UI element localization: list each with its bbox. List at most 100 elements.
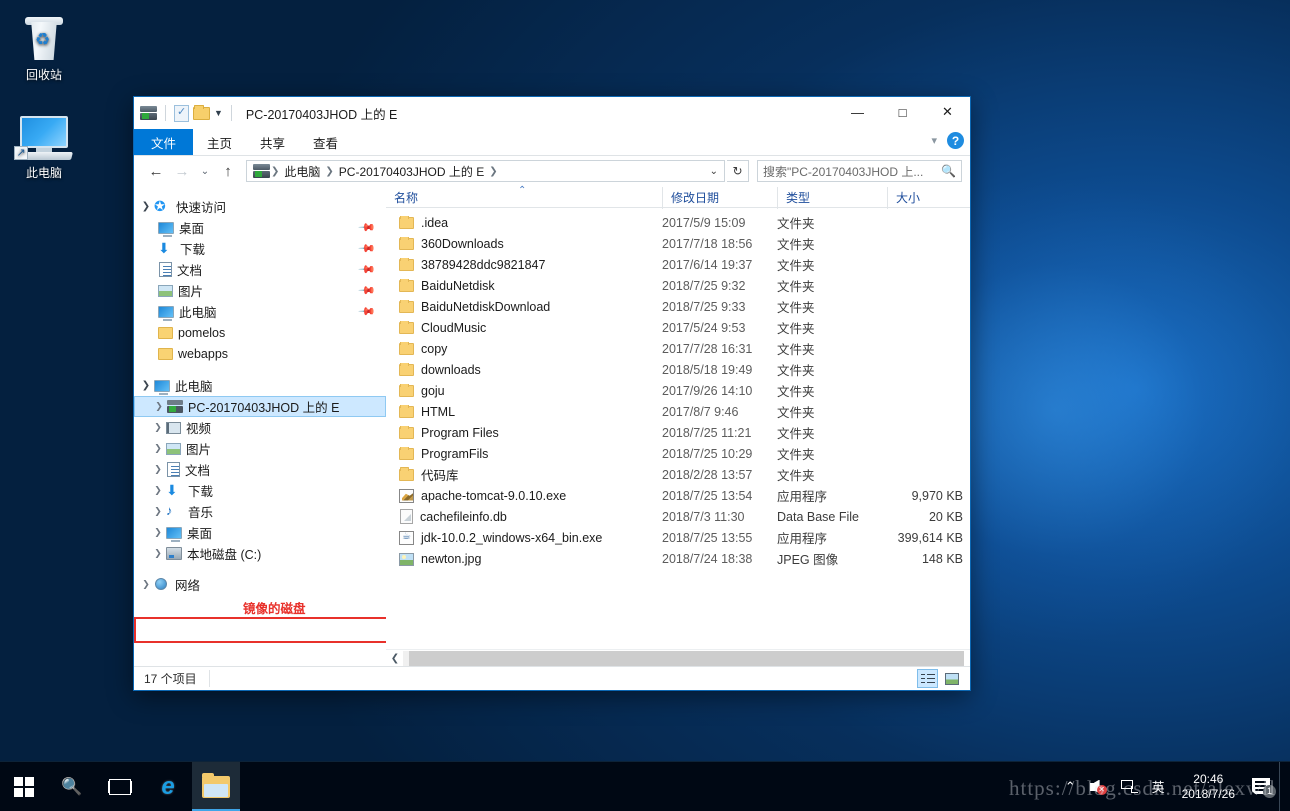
- chevron-right-icon[interactable]: ❯: [150, 527, 166, 538]
- column-header-date[interactable]: 修改日期: [662, 186, 777, 209]
- sidebar-item-pictures-pc[interactable]: ❯ 图片: [134, 438, 386, 459]
- network-button[interactable]: [1114, 762, 1145, 811]
- chevron-right-icon[interactable]: ❯: [150, 506, 166, 517]
- tab-view[interactable]: 查看: [299, 129, 352, 155]
- table-row[interactable]: BaiduNetdisk 2018/7/25 9:32 文件夹: [386, 275, 970, 296]
- sidebar-group-network[interactable]: ❯ 网络: [134, 574, 386, 595]
- scroll-left-button[interactable]: ❮: [387, 650, 403, 666]
- tab-share[interactable]: 共享: [246, 129, 299, 155]
- sidebar-item-desktop[interactable]: 桌面 📌: [134, 217, 386, 238]
- chevron-right-icon[interactable]: ❯: [150, 548, 166, 559]
- large-icons-view-button[interactable]: [941, 669, 962, 688]
- recent-locations-button[interactable]: ⌄: [196, 159, 214, 183]
- table-row[interactable]: 360Downloads 2017/7/18 18:56 文件夹: [386, 233, 970, 254]
- table-row[interactable]: apache-tomcat-9.0.10.exe 2018/7/25 13:54 应…: [386, 485, 970, 506]
- pin-icon[interactable]: 📌: [358, 302, 377, 321]
- folder-icon: [399, 425, 414, 439]
- tab-home[interactable]: 主页: [193, 129, 246, 155]
- table-row[interactable]: HTML 2017/8/7 9:46 文件夹: [386, 401, 970, 422]
- sidebar-item-network-drive-e[interactable]: ❯ PC-20170403JHOD 上的 E: [134, 396, 386, 417]
- sidebar-item-this-pc-qa[interactable]: 此电脑 📌: [134, 301, 386, 322]
- sidebar-item-downloads[interactable]: ⬇ 下载 📌: [134, 238, 386, 259]
- table-row[interactable]: copy 2017/7/28 16:31 文件夹: [386, 338, 970, 359]
- maximize-button[interactable]: □: [880, 97, 925, 127]
- search-input[interactable]: 搜索"PC-20170403JHOD 上...: [763, 163, 941, 180]
- chevron-right-icon[interactable]: ❯: [150, 422, 166, 433]
- sidebar-item-documents[interactable]: 文档 📌: [134, 259, 386, 280]
- sidebar-item-documents-pc[interactable]: ❯ 文档: [134, 459, 386, 480]
- table-row[interactable]: goju 2017/9/26 14:10 文件夹: [386, 380, 970, 401]
- sidebar-item-downloads-pc[interactable]: ❯ ⬇ 下载: [134, 480, 386, 501]
- sidebar-item-pomelos[interactable]: pomelos: [134, 322, 386, 343]
- search-box[interactable]: 搜索"PC-20170403JHOD 上... 🔍: [757, 160, 962, 182]
- refresh-button[interactable]: ↻: [727, 160, 749, 182]
- chevron-right-icon[interactable]: ❯: [138, 579, 154, 590]
- sidebar-item-videos[interactable]: ❯ 视频: [134, 417, 386, 438]
- sidebar-item-desktop-pc[interactable]: ❯ 桌面: [134, 522, 386, 543]
- table-row[interactable]: 代码库 2018/2/28 13:57 文件夹: [386, 464, 970, 485]
- properties-icon[interactable]: [174, 104, 189, 122]
- chevron-right-icon[interactable]: ❯: [151, 401, 167, 412]
- chevron-down-icon[interactable]: ▼: [214, 108, 223, 118]
- ime-indicator[interactable]: 英: [1145, 762, 1172, 811]
- address-bar[interactable]: ❯ 此电脑 ❯ PC-20170403JHOD 上的 E ❯ ⌄: [246, 160, 725, 182]
- pin-icon[interactable]: 📌: [358, 239, 377, 258]
- close-button[interactable]: ✕: [925, 97, 970, 127]
- chevron-down-icon[interactable]: ❯: [138, 380, 154, 391]
- table-row[interactable]: CloudMusic 2017/5/24 9:53 文件夹: [386, 317, 970, 338]
- pin-icon[interactable]: 📌: [358, 281, 377, 300]
- sidebar-group-this-pc[interactable]: ❯ 此电脑: [134, 375, 386, 396]
- up-button[interactable]: ↑: [216, 159, 240, 183]
- table-row[interactable]: .idea 2017/5/9 15:09 文件夹: [386, 212, 970, 233]
- column-header-type[interactable]: 类型: [777, 186, 887, 209]
- sidebar-group-quick-access[interactable]: ❯ ✪ 快速访问: [134, 196, 386, 217]
- scrollbar-thumb[interactable]: [409, 650, 964, 666]
- start-button[interactable]: [0, 762, 48, 811]
- back-button[interactable]: ←: [144, 159, 168, 183]
- desktop-icon-this-pc[interactable]: ↗ 此电脑: [6, 112, 82, 181]
- sidebar-item-local-disk-c[interactable]: ❯ 本地磁盘 (C:): [134, 543, 386, 564]
- table-row[interactable]: cachefileinfo.db 2018/7/3 11:30 Data Base …: [386, 506, 970, 527]
- internet-explorer-button[interactable]: e: [144, 762, 192, 811]
- minimize-button[interactable]: —: [835, 97, 880, 127]
- table-row[interactable]: downloads 2018/5/18 19:49 文件夹: [386, 359, 970, 380]
- expand-ribbon-icon[interactable]: ▾: [931, 134, 937, 147]
- breadcrumb-item-this-pc[interactable]: 此电脑: [280, 163, 324, 180]
- task-view-button[interactable]: [96, 762, 144, 811]
- new-folder-icon[interactable]: [193, 104, 210, 120]
- table-row[interactable]: 38789428ddc9821847 2017/6/14 19:37 文件夹: [386, 254, 970, 275]
- address-dropdown-icon[interactable]: ⌄: [710, 166, 718, 177]
- show-desktop-button[interactable]: [1279, 761, 1286, 811]
- details-view-button[interactable]: [917, 669, 938, 688]
- help-button[interactable]: ?: [947, 132, 964, 149]
- breadcrumb-item-drive[interactable]: PC-20170403JHOD 上的 E: [335, 163, 488, 180]
- network-drive-icon: [140, 106, 157, 120]
- scrollbar-track[interactable]: [403, 650, 964, 666]
- column-header-size[interactable]: 大小: [887, 186, 967, 209]
- clock-time: 20:46: [1193, 771, 1224, 786]
- tab-file[interactable]: 文件: [134, 129, 194, 155]
- chevron-right-icon[interactable]: ❯: [150, 443, 166, 454]
- volume-button[interactable]: ✕: [1083, 762, 1114, 811]
- table-row[interactable]: BaiduNetdiskDownload 2018/7/25 9:33 文件夹: [386, 296, 970, 317]
- pin-icon[interactable]: 📌: [358, 260, 377, 279]
- column-header-name[interactable]: 名称 ⌃: [386, 185, 662, 209]
- horizontal-scrollbar[interactable]: ❮ ❯: [386, 649, 970, 666]
- pin-icon[interactable]: 📌: [358, 218, 377, 237]
- table-row[interactable]: ProgramFils 2018/7/25 10:29 文件夹: [386, 443, 970, 464]
- chevron-down-icon[interactable]: ❯: [138, 201, 154, 212]
- search-button[interactable]: 🔍: [48, 762, 96, 811]
- table-row[interactable]: Program Files 2018/7/25 11:21 文件夹: [386, 422, 970, 443]
- sidebar-item-webapps[interactable]: webapps: [134, 343, 386, 364]
- action-center-button[interactable]: 1: [1245, 762, 1279, 811]
- file-explorer-button[interactable]: [192, 761, 240, 811]
- table-row[interactable]: newton.jpg 2018/7/24 18:38 JPEG 图像 148 KB: [386, 548, 970, 569]
- sidebar-item-music[interactable]: ❯ ♪ 音乐: [134, 501, 386, 522]
- sidebar-item-pictures[interactable]: 图片 📌: [134, 280, 386, 301]
- clock[interactable]: 20:46 2018/7/26: [1172, 762, 1245, 811]
- desktop-icon-recycle-bin[interactable]: ♻ 回收站: [6, 14, 82, 83]
- chevron-right-icon[interactable]: ❯: [150, 485, 166, 496]
- show-hidden-icons-button[interactable]: ⌃: [1058, 762, 1083, 811]
- table-row[interactable]: jdk-10.0.2_windows-x64_bin.exe 2018/7/25 …: [386, 527, 970, 548]
- chevron-right-icon[interactable]: ❯: [150, 464, 166, 475]
